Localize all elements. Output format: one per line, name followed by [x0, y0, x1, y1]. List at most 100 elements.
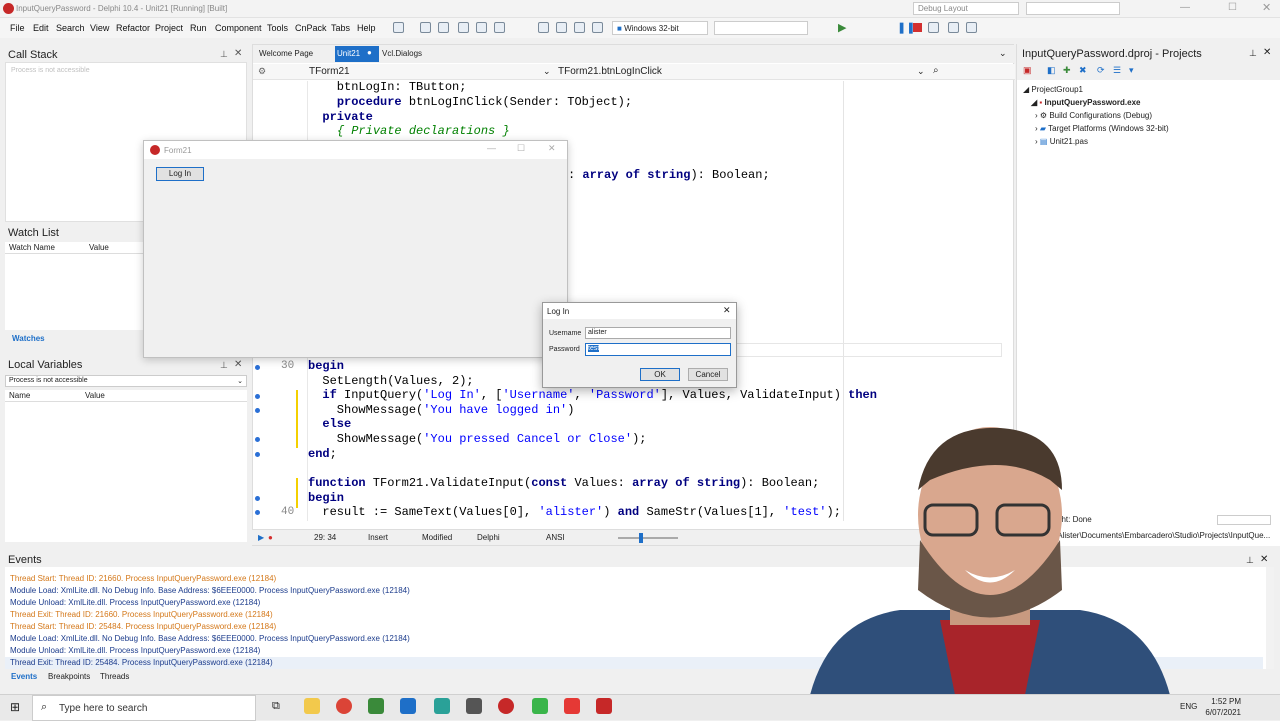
event-line[interactable]: Thread Start: Thread ID: 21660. Process … [10, 574, 276, 583]
event-line[interactable]: Thread Start: Thread ID: 25484. Process … [10, 622, 276, 631]
delphi-app-icon[interactable] [596, 698, 612, 714]
open-icon[interactable] [420, 22, 431, 33]
pin-icon[interactable]: ⊥ [220, 360, 228, 371]
watch-name-header[interactable]: Watch Name [9, 243, 55, 252]
username-field[interactable]: alister [585, 327, 731, 339]
event-line[interactable]: Thread Exit: Thread ID: 21660. Process I… [10, 610, 273, 619]
menu-project[interactable]: Project [155, 23, 183, 33]
copy-icon[interactable] [538, 22, 549, 33]
save-icon[interactable] [438, 22, 449, 33]
panel-close-icon[interactable]: ✕ [1260, 554, 1268, 565]
breakpoint-dot-icon[interactable] [255, 510, 260, 515]
event-line[interactable]: Thread Exit: Thread ID: 25484. Process I… [10, 658, 273, 667]
code-line[interactable]: function TForm21.ValidateInput(const Val… [308, 476, 819, 490]
local-vars-dropdown[interactable]: Process is not accessible ⌄ [5, 375, 247, 387]
code-line[interactable]: if InputQuery('Log In', ['Username', 'Pa… [308, 388, 877, 402]
stop-icon[interactable] [913, 23, 922, 32]
menu-component[interactable]: Component [215, 23, 262, 33]
breakpoint-dot-icon[interactable] [255, 437, 260, 442]
code-line[interactable]: : array of string): Boolean; [568, 168, 770, 182]
tab-events[interactable]: Events [11, 672, 37, 681]
menu-help[interactable]: Help [357, 23, 376, 33]
method-combo[interactable]: TForm21.btnLogInClick [558, 66, 662, 77]
event-line[interactable]: Module Load: XmlLite.dll. No Debug Info.… [10, 586, 410, 595]
search-icon[interactable]: ⌕ [933, 65, 939, 76]
maximize-icon[interactable]: ☐ [1228, 2, 1237, 13]
close-icon[interactable]: ✕ [1262, 1, 1271, 14]
menu-edit[interactable]: Edit [33, 23, 49, 33]
maximize-icon[interactable]: ☐ [517, 143, 525, 154]
tab-vcl-dialogs[interactable]: Vcl.Dialogs [382, 49, 422, 58]
code-line[interactable]: else [308, 417, 351, 431]
local-vars-list[interactable] [5, 402, 247, 542]
view-icon[interactable]: ☰ [1113, 65, 1121, 76]
step-icon[interactable] [928, 22, 939, 33]
watch-list[interactable] [5, 254, 145, 330]
platform-combo[interactable]: ■ Windows 32-bit [612, 21, 708, 35]
events-scrollbar[interactable] [1266, 567, 1274, 669]
zoom-thumb[interactable] [639, 533, 643, 543]
app-icon[interactable] [564, 698, 580, 714]
activate-icon[interactable]: ◧ [1047, 65, 1056, 76]
menu-view[interactable]: View [90, 23, 109, 33]
remove-icon[interactable]: ✖ [1079, 65, 1087, 76]
breakpoint-dot-icon[interactable] [255, 394, 260, 399]
minimize-icon[interactable]: — [487, 143, 496, 153]
menu-run[interactable]: Run [190, 23, 207, 33]
save-all-icon[interactable] [458, 22, 469, 33]
breakpoint-dot-icon[interactable] [255, 365, 260, 370]
ide-search-input[interactable] [1026, 2, 1120, 15]
code-line[interactable]: begin [308, 359, 344, 373]
app-icon[interactable] [532, 698, 548, 714]
event-line[interactable]: Module Load: XmlLite.dll. No Debug Info.… [10, 634, 410, 643]
menu-refactor[interactable]: Refactor [116, 23, 150, 33]
close-file-icon[interactable] [494, 22, 505, 33]
panel-close-icon[interactable]: ✕ [234, 359, 242, 370]
event-line[interactable]: Module Unload: XmlLite.dll. Process Inpu… [10, 598, 260, 607]
filter-icon[interactable]: ▾ [1129, 65, 1134, 76]
settings-icon[interactable] [466, 698, 482, 714]
tree-item[interactable]: › ⚙ Build Configurations (Debug) [1035, 111, 1152, 120]
menu-file[interactable]: File [10, 23, 25, 33]
panel-close-icon[interactable]: ✕ [1263, 47, 1271, 58]
chevron-down-icon[interactable]: ⌄ [917, 66, 925, 77]
pin-icon[interactable]: ⊥ [220, 49, 228, 60]
add-icon[interactable]: ✚ [1063, 65, 1071, 76]
tree-item[interactable]: › ▰ Target Platforms (Windows 32-bit) [1035, 124, 1169, 133]
minimize-icon[interactable]: — [1180, 2, 1190, 13]
run-icon[interactable]: ▶ [838, 21, 846, 34]
code-line[interactable]: btnLogIn: TButton; [308, 80, 467, 94]
play-icon[interactable]: ▶ [258, 533, 264, 542]
code-line[interactable]: result := SameText(Values[0], 'alister')… [308, 505, 841, 519]
tab-welcome-page[interactable]: Welcome Page [259, 49, 313, 58]
language-combo[interactable]: Delphi [477, 533, 500, 542]
undo-icon[interactable] [574, 22, 585, 33]
file-explorer-icon[interactable] [304, 698, 320, 714]
taskbar-search[interactable]: ⌕ Type here to search [32, 695, 256, 721]
trace-icon[interactable] [948, 22, 959, 33]
menu-cnpack[interactable]: CnPack [295, 23, 327, 33]
close-icon[interactable]: ✕ [723, 305, 731, 316]
password-field[interactable]: test [585, 343, 731, 356]
language-indicator[interactable]: ENG [1180, 702, 1197, 711]
code-line[interactable]: procedure btnLogInClick(Sender: TObject)… [308, 95, 632, 109]
sync-icon[interactable]: ⟳ [1097, 65, 1105, 76]
redo-icon[interactable] [592, 22, 603, 33]
menu-tools[interactable]: Tools [267, 23, 288, 33]
chevron-down-icon[interactable]: ⌄ [543, 66, 551, 77]
class-combo[interactable]: TForm21 [309, 66, 350, 77]
new-icon[interactable] [393, 22, 404, 33]
tab-unit21[interactable]: Unit21 [335, 46, 379, 62]
vscode-icon[interactable] [400, 698, 416, 714]
log-in-button[interactable]: Log In [156, 167, 204, 181]
windows-start-icon[interactable]: ⊞ [10, 700, 20, 714]
menu-search[interactable]: Search [56, 23, 85, 33]
rad-studio-icon[interactable] [498, 698, 514, 714]
panel-close-icon[interactable]: ✕ [234, 48, 242, 59]
code-line[interactable]: private [308, 110, 372, 124]
menu-tabs[interactable]: Tabs [331, 23, 350, 33]
chrome-icon[interactable] [336, 698, 352, 714]
paste-icon[interactable] [556, 22, 567, 33]
clock-date[interactable]: 6/07/2021 [1199, 708, 1241, 717]
tab-breakpoints[interactable]: Breakpoints [48, 672, 90, 681]
